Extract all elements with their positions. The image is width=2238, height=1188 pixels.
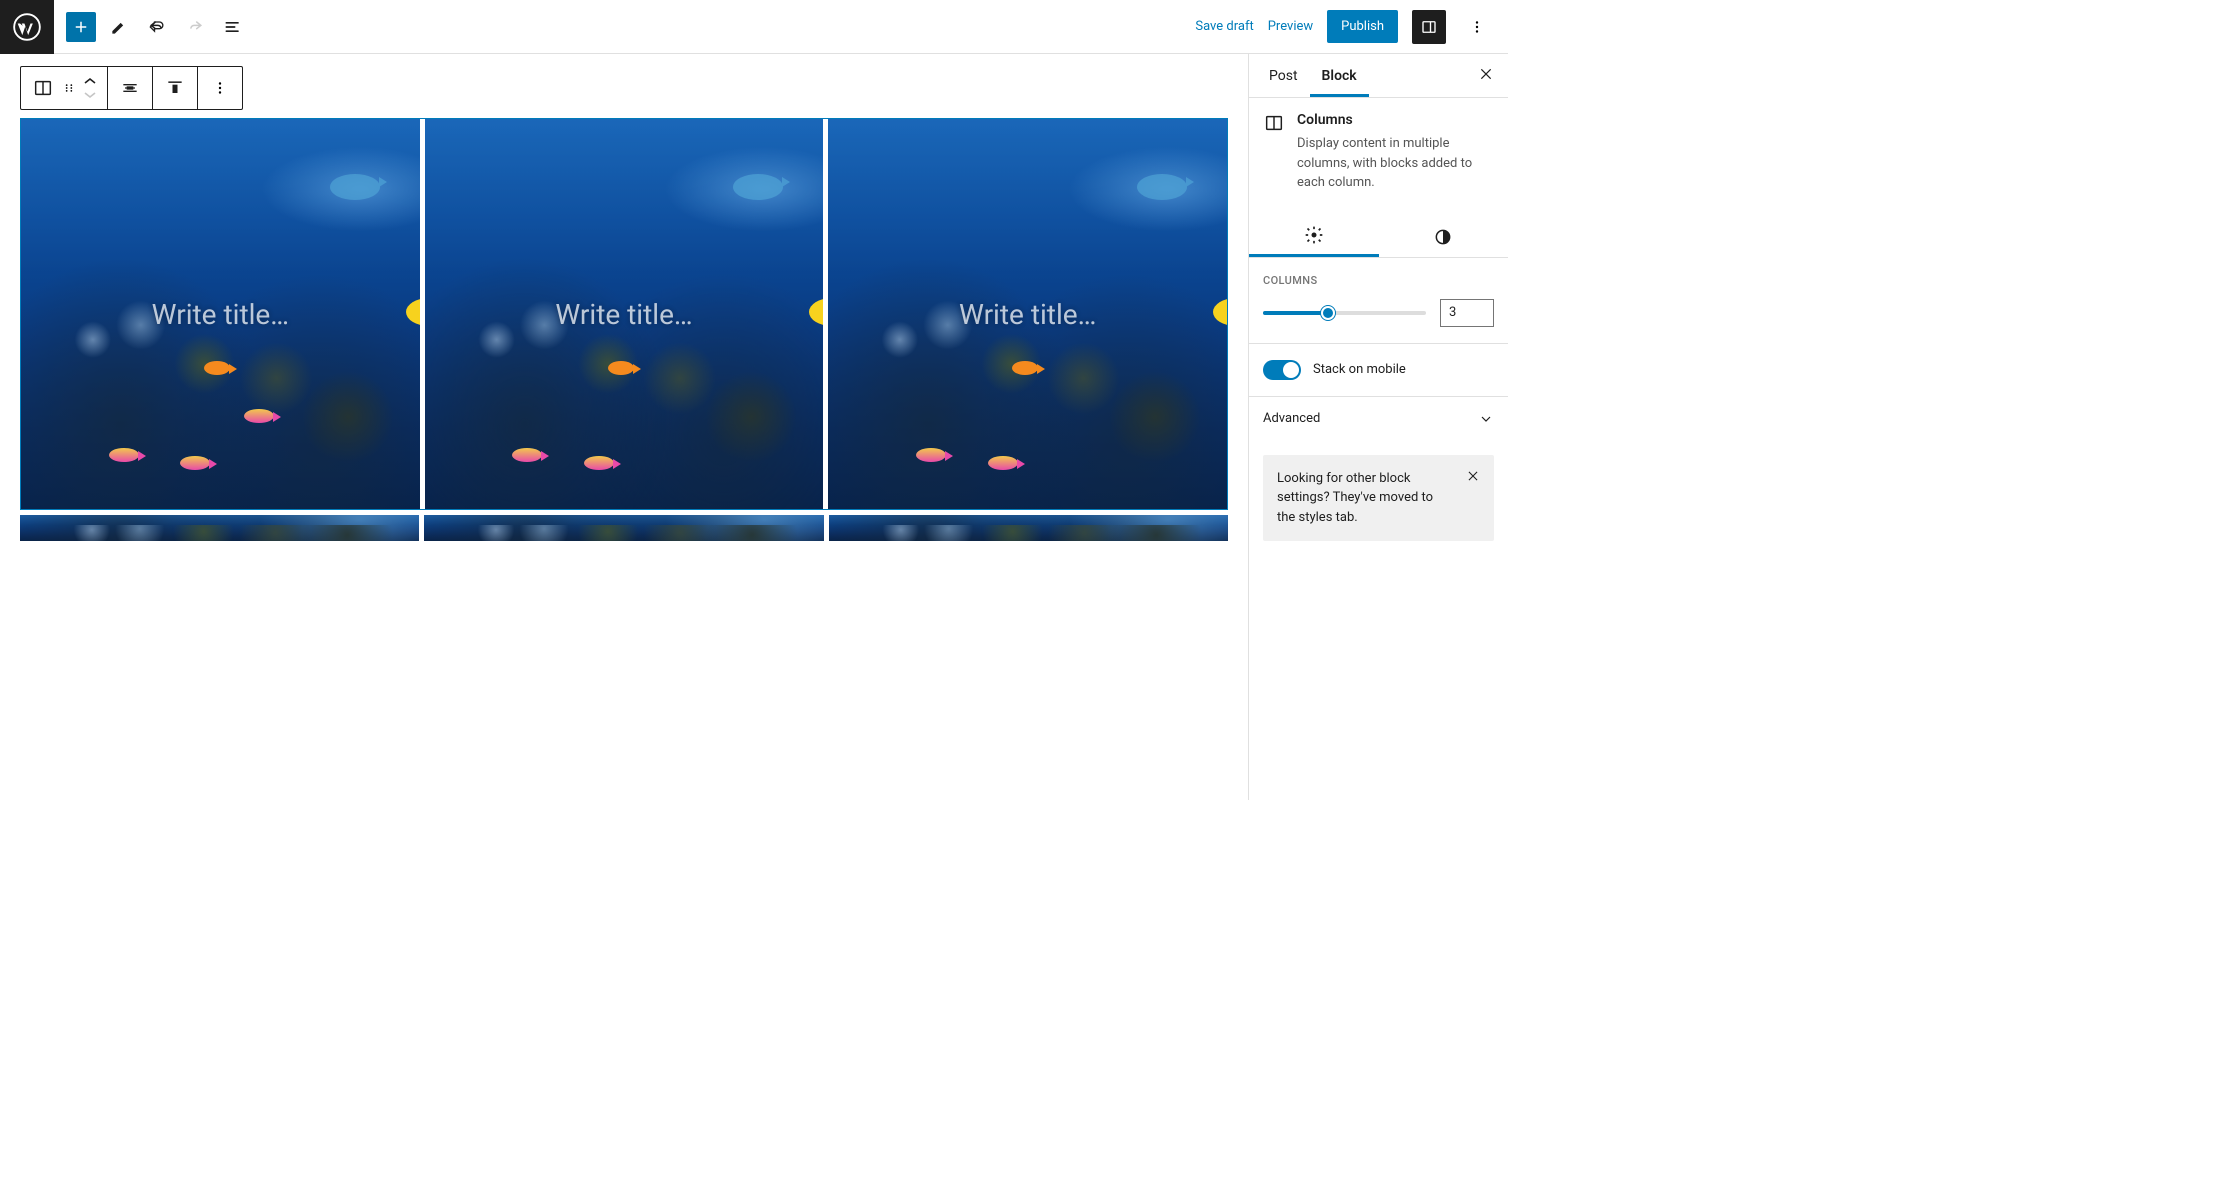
close-sidebar-button[interactable] [1472, 60, 1500, 92]
edit-mode-button[interactable] [104, 12, 134, 42]
stack-on-mobile-setting: Stack on mobile [1249, 344, 1508, 397]
columns-slider[interactable] [1263, 311, 1426, 315]
fish-shape [1137, 174, 1187, 200]
move-up-button[interactable] [79, 74, 101, 88]
fish-shape [204, 361, 230, 375]
fish-shape [512, 448, 542, 462]
columns-icon [1263, 112, 1285, 193]
plus-icon [72, 18, 90, 36]
vertical-align-button[interactable] [159, 73, 191, 103]
column-strip[interactable] [20, 515, 419, 541]
columns-block[interactable]: Write title… Write title… [20, 118, 1228, 510]
add-block-button[interactable] [66, 12, 96, 42]
vertical-align-icon [165, 78, 185, 98]
kebab-icon [1468, 18, 1486, 36]
undo-button[interactable] [142, 12, 172, 42]
list-view-icon [223, 17, 243, 37]
align-button[interactable] [114, 73, 146, 103]
fish-shape [244, 409, 274, 423]
tab-post[interactable]: Post [1257, 54, 1310, 97]
styles-tab[interactable] [1379, 217, 1509, 257]
wordpress-logo[interactable] [0, 0, 54, 54]
fish-shape [1012, 361, 1038, 375]
column-3[interactable]: Write title… [828, 119, 1227, 509]
settings-tab[interactable] [1249, 217, 1379, 257]
settings-sidebar: Post Block Columns Display content in mu… [1248, 54, 1508, 800]
settings-panel-toggle[interactable] [1412, 10, 1446, 44]
toolbar-left [54, 12, 260, 42]
fish-shape [916, 448, 946, 462]
hint-text: Looking for other block settings? They'v… [1277, 469, 1454, 528]
pencil-icon [109, 17, 129, 37]
preview-link[interactable]: Preview [1268, 19, 1313, 34]
columns-icon [32, 77, 54, 99]
column-title-placeholder[interactable]: Write title… [959, 298, 1096, 331]
fish-shape [584, 456, 614, 470]
columns-label: COLUMNS [1263, 274, 1494, 287]
stack-on-mobile-label: Stack on mobile [1313, 362, 1406, 377]
fish-shape [608, 361, 634, 375]
editor-canvas[interactable]: Write title… Write title… [0, 54, 1248, 800]
advanced-label: Advanced [1263, 411, 1320, 426]
column-2[interactable]: Write title… [425, 119, 824, 509]
column-strip[interactable] [829, 515, 1228, 541]
settings-styles-tabs [1249, 217, 1508, 258]
columns-block-next[interactable] [20, 515, 1228, 541]
column-1[interactable]: Write title… [21, 119, 420, 509]
redo-button[interactable] [180, 12, 210, 42]
document-overview-button[interactable] [218, 12, 248, 42]
editor-main: Write title… Write title… [0, 54, 1508, 800]
columns-number-input[interactable]: 3 [1440, 299, 1494, 327]
fish-shape [988, 456, 1018, 470]
fish-shape [180, 456, 210, 470]
column-title-placeholder[interactable]: Write title… [152, 298, 289, 331]
fish-shape [406, 298, 420, 326]
fish-shape [1213, 298, 1227, 326]
publish-button[interactable]: Publish [1327, 10, 1398, 43]
panel-icon [1420, 18, 1438, 36]
fish-shape [809, 298, 823, 326]
redo-icon [185, 17, 205, 37]
block-description: Display content in multiple columns, wit… [1297, 134, 1494, 193]
gear-icon [1304, 225, 1324, 245]
block-title: Columns [1297, 112, 1494, 128]
styles-icon [1433, 227, 1453, 247]
fish-shape [733, 174, 783, 200]
column-strip[interactable] [424, 515, 823, 541]
kebab-icon [211, 79, 229, 97]
block-toolbar [20, 66, 243, 110]
close-icon [1478, 66, 1494, 82]
tab-block[interactable]: Block [1310, 54, 1369, 97]
advanced-panel-toggle[interactable]: Advanced [1249, 397, 1508, 441]
block-type-button[interactable] [27, 73, 59, 103]
options-button[interactable] [1460, 10, 1494, 44]
drag-icon [62, 81, 76, 95]
fish-shape [109, 448, 139, 462]
stack-on-mobile-toggle[interactable] [1263, 360, 1301, 380]
wordpress-icon [13, 13, 41, 41]
chevron-down-icon [84, 90, 96, 100]
chevron-up-icon [84, 76, 96, 86]
sidebar-tabs: Post Block [1249, 54, 1508, 98]
dismiss-hint-button[interactable] [1466, 469, 1480, 528]
move-down-button[interactable] [79, 88, 101, 102]
block-info-panel: Columns Display content in multiple colu… [1249, 98, 1508, 207]
drag-handle[interactable] [59, 73, 79, 103]
block-options-button[interactable] [204, 73, 236, 103]
toolbar-right: Save draft Preview Publish [1181, 10, 1508, 44]
save-draft-link[interactable]: Save draft [1195, 19, 1253, 34]
columns-setting: COLUMNS 3 [1249, 258, 1508, 344]
chevron-down-icon [1478, 411, 1494, 427]
align-icon [120, 78, 140, 98]
editor-header: Save draft Preview Publish [0, 0, 1508, 54]
undo-icon [147, 17, 167, 37]
close-icon [1466, 469, 1480, 483]
column-title-placeholder[interactable]: Write title… [555, 298, 692, 331]
fish-shape [330, 174, 380, 200]
styles-hint: Looking for other block settings? They'v… [1263, 455, 1494, 542]
block-mover [79, 74, 101, 102]
